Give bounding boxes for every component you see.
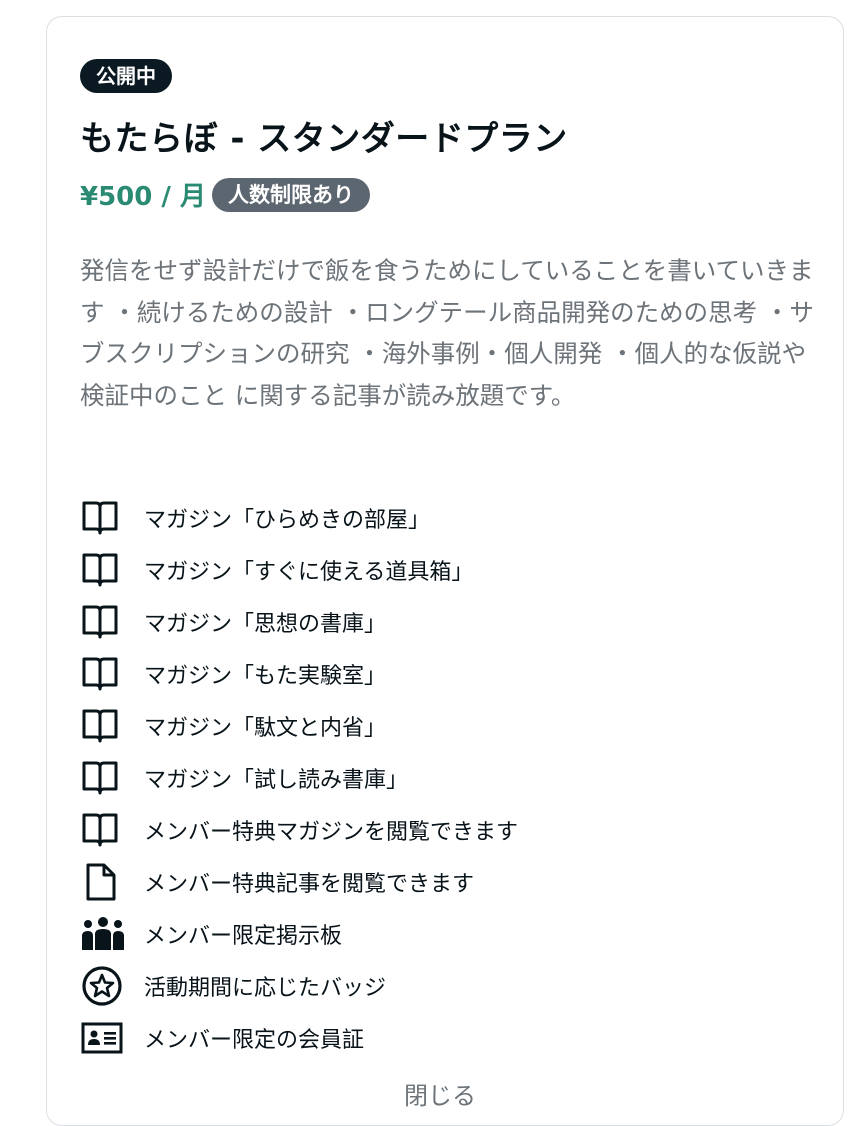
limit-badge: 人数制限あり xyxy=(212,178,370,212)
benefit-item: マガジン「駄文と内省」 xyxy=(80,700,820,752)
members-icon xyxy=(80,914,144,954)
benefit-item: メンバー限定掲示板 xyxy=(80,908,820,960)
benefit-item: 活動期間に応じたバッジ xyxy=(80,960,820,1012)
benefit-item: マガジン「思想の書庫」 xyxy=(80,596,820,648)
benefit-label: マガジン「もた実験室」 xyxy=(144,664,387,689)
benefit-label: マガジン「すぐに使える道具箱」 xyxy=(144,560,474,585)
badge-star-icon xyxy=(80,966,144,1006)
benefit-item: メンバー限定の会員証 xyxy=(80,1012,820,1064)
plan-price: ¥500 / 月 xyxy=(80,182,206,212)
magazine-icon xyxy=(80,706,144,746)
benefit-label: メンバー特典マガジンを閲覧できます xyxy=(144,820,519,845)
magazine-icon xyxy=(80,498,144,538)
benefit-item: マガジン「すぐに使える道具箱」 xyxy=(80,544,820,596)
magazine-icon xyxy=(80,602,144,642)
benefit-list: マガジン「ひらめきの部屋」 マガジン「すぐに使える道具箱」 マガジン「思想の書庫… xyxy=(80,492,820,1064)
benefit-label: メンバー限定の会員証 xyxy=(144,1028,365,1053)
benefit-label: マガジン「試し読み書庫」 xyxy=(144,768,409,793)
benefit-label: マガジン「ひらめきの部屋」 xyxy=(144,508,431,533)
benefit-label: マガジン「思想の書庫」 xyxy=(144,612,387,637)
magazine-icon xyxy=(80,758,144,798)
plan-description: 発信をせず設計だけで飯を食うためにしていることを書いていきます ・続けるための設… xyxy=(80,256,814,410)
benefit-item: メンバー特典記事を閲覧できます xyxy=(80,856,820,908)
magazine-icon xyxy=(80,550,144,590)
close-button[interactable]: 閉じる xyxy=(404,1078,476,1114)
benefit-label: マガジン「駄文と内省」 xyxy=(144,716,387,741)
status-badge: 公開中 xyxy=(80,59,172,93)
member-card-icon xyxy=(80,1018,144,1058)
benefit-label: メンバー限定掲示板 xyxy=(144,924,343,949)
benefit-item: マガジン「試し読み書庫」 xyxy=(80,752,820,804)
benefit-label: メンバー特典記事を閲覧できます xyxy=(144,872,475,897)
article-icon xyxy=(80,862,144,902)
magazine-icon xyxy=(80,654,144,694)
plan-title: もたらぼ - スタンダードプラン xyxy=(80,119,568,159)
benefit-item: マガジン「ひらめきの部屋」 xyxy=(80,492,820,544)
benefit-label: 活動期間に応じたバッジ xyxy=(144,976,387,1001)
benefit-item: メンバー特典マガジンを閲覧できます xyxy=(80,804,820,856)
benefit-item: マガジン「もた実験室」 xyxy=(80,648,820,700)
magazine-icon xyxy=(80,810,144,850)
